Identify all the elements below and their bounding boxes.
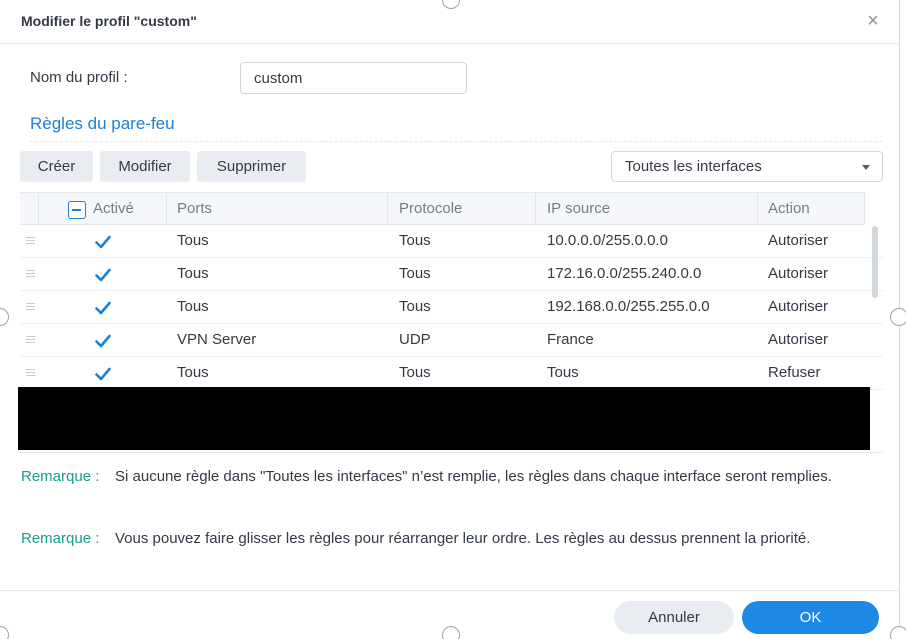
create-button[interactable]: Créer — [20, 151, 93, 182]
resize-handle-right[interactable] — [890, 308, 906, 326]
column-header-enabled[interactable]: Activé — [93, 193, 134, 225]
note-label: Remarque : — [21, 468, 100, 485]
column-separator — [757, 193, 758, 225]
note-text: Si aucune règle dans "Toutes les interfa… — [115, 468, 832, 485]
note-label: Remarque : — [21, 530, 100, 547]
interface-select-value: Toutes les interfaces — [625, 158, 762, 175]
drag-handle-icon[interactable] — [26, 270, 35, 278]
dialog-title: Modifier le profil "custom" — [21, 13, 197, 29]
cell-ports: Tous — [177, 265, 209, 282]
close-icon[interactable]: × — [864, 11, 882, 31]
column-separator — [864, 193, 865, 225]
cell-protocol: UDP — [399, 331, 431, 348]
ok-button[interactable]: OK — [742, 601, 879, 634]
column-header-action[interactable]: Action — [768, 193, 810, 225]
select-all-checkbox[interactable] — [68, 201, 86, 219]
table-row[interactable]: Tous Tous 192.168.0.0/255.255.0.0 Autoriser — [20, 291, 883, 324]
modify-button[interactable]: Modifier — [100, 151, 190, 182]
column-header-protocol[interactable]: Protocole — [399, 193, 462, 225]
column-separator — [535, 193, 536, 225]
cancel-button[interactable]: Annuler — [614, 601, 734, 634]
enabled-checkbox[interactable] — [94, 233, 112, 251]
table-row[interactable]: VPN Server UDP France Autoriser — [20, 324, 883, 357]
enabled-checkbox[interactable] — [94, 365, 112, 383]
drag-handle-icon[interactable] — [26, 237, 35, 245]
footer-divider — [0, 590, 899, 591]
dialog-title-bar: Modifier le profil "custom" × — [0, 0, 899, 44]
interface-select[interactable]: Toutes les interfaces — [611, 151, 883, 182]
cell-protocol: Tous — [399, 232, 431, 249]
cell-source-ip: 172.16.0.0/255.240.0.0 — [547, 265, 702, 282]
table-header: Activé Ports Protocole IP source Action — [20, 192, 865, 225]
enabled-checkbox[interactable] — [94, 299, 112, 317]
chevron-down-icon — [862, 165, 870, 170]
cell-source-ip: 10.0.0.0/255.0.0.0 — [547, 232, 668, 249]
firewall-rules-title: Règles du pare-feu — [30, 114, 175, 133]
cell-ports: Tous — [177, 298, 209, 315]
column-header-source-ip[interactable]: IP source — [547, 193, 610, 225]
column-separator — [387, 193, 388, 225]
table-row[interactable]: Tous Tous 172.16.0.0/255.240.0.0 Autoriser — [20, 258, 883, 291]
column-separator — [38, 193, 39, 225]
delete-button[interactable]: Supprimer — [197, 151, 306, 182]
cell-source-ip: Tous — [547, 364, 579, 381]
cell-protocol: Tous — [399, 265, 431, 282]
profile-name-input[interactable] — [240, 62, 467, 94]
cell-ports: VPN Server — [177, 331, 257, 348]
cell-action: Refuser — [768, 364, 821, 381]
profile-name-label: Nom du profil : — [30, 69, 128, 86]
cell-action: Autoriser — [768, 232, 829, 249]
enabled-checkbox[interactable] — [94, 266, 112, 284]
drag-handle-icon[interactable] — [26, 369, 35, 377]
note-text: Vous pouvez faire glisser les règles pou… — [115, 530, 811, 547]
column-header-ports[interactable]: Ports — [177, 193, 212, 225]
cell-protocol: Tous — [399, 298, 431, 315]
cell-action: Autoriser — [768, 331, 829, 348]
redacted-area — [18, 387, 870, 450]
cell-ports: Tous — [177, 364, 209, 381]
drag-handle-icon[interactable] — [26, 336, 35, 344]
resize-handle-left[interactable] — [0, 308, 9, 326]
resize-handle-bottom[interactable] — [442, 626, 460, 639]
table-row[interactable]: Tous Tous 10.0.0.0/255.0.0.0 Autoriser — [20, 225, 883, 258]
cell-ports: Tous — [177, 232, 209, 249]
table-row[interactable]: Tous Tous Tous Refuser — [20, 357, 883, 390]
edit-profile-dialog: Modifier le profil "custom" × Nom du pro… — [0, 0, 906, 639]
cell-source-ip: 192.168.0.0/255.255.0.0 — [547, 298, 710, 315]
enabled-checkbox[interactable] — [94, 332, 112, 350]
cell-action: Autoriser — [768, 298, 829, 315]
cell-source-ip: France — [547, 331, 594, 348]
table-scrollbar[interactable] — [872, 226, 878, 298]
resize-handle-bottom-left[interactable] — [0, 626, 9, 639]
resize-handle-bottom-right[interactable] — [890, 626, 906, 639]
cell-action: Autoriser — [768, 265, 829, 282]
drag-handle-icon[interactable] — [26, 303, 35, 311]
column-separator — [166, 193, 167, 225]
section-divider — [30, 141, 882, 142]
cell-protocol: Tous — [399, 364, 431, 381]
